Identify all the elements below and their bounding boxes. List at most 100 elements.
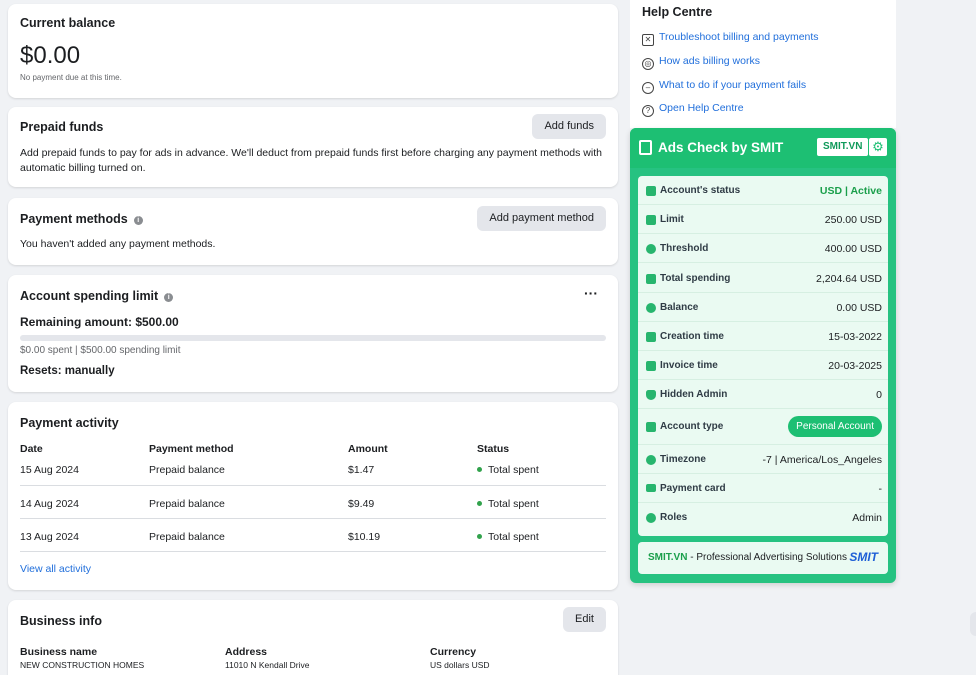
spending-limit-card: Account spending limit i ··· Remaining am… [8, 275, 618, 392]
balance-note: No payment due at this time. [20, 73, 122, 82]
roles-icon [646, 513, 656, 523]
row-amount: $1.47 [348, 464, 375, 476]
payment-methods-description: You haven't added any payment methods. [20, 238, 216, 250]
row-status: Total spent [477, 464, 539, 476]
smit-row-value: 0 [876, 389, 882, 401]
smit-row-value: 20-03-2025 [828, 360, 882, 372]
smit-header: Ads Check by SMIT SMIT.VN ⚙ [630, 128, 896, 168]
smit-row-label: Limit [660, 214, 684, 225]
card-icon [646, 484, 656, 492]
smit-row-balance: Balance 0.00 USD [638, 293, 888, 322]
smit-row-label: Balance [660, 302, 699, 313]
smit-row-creation-time: Creation time 15-03-2022 [638, 322, 888, 351]
table-row[interactable]: 14 Aug 2024 Prepaid balance $9.49 Total … [8, 498, 618, 518]
more-options-icon[interactable]: ··· [584, 285, 598, 301]
shield-icon [646, 390, 656, 400]
smit-row-value: Admin [852, 512, 882, 524]
help-link-troubleshoot[interactable]: ✕ Troubleshoot billing and payments [642, 31, 819, 46]
payment-methods-card: Payment methods i Add payment method You … [8, 198, 618, 265]
smit-row-status: Account's status USD | Active [638, 176, 888, 205]
smit-row-value: 2,204.64 USD [816, 273, 882, 285]
smit-row-total-spending: Total spending 2,204.64 USD [638, 264, 888, 293]
smit-row-label: Account type [660, 421, 724, 432]
smit-row-value: 0.00 USD [836, 302, 882, 314]
smit-footer-tagline: - Professional Advertising Solutions [687, 552, 847, 563]
spending-limit-title: Account spending limit i [20, 289, 174, 303]
resets-label: Resets: manually [20, 365, 115, 377]
smit-row-roles: Roles Admin [638, 503, 888, 532]
help-link-label: Open Help Centre [659, 102, 744, 114]
smit-row-label: Timezone [660, 454, 706, 465]
status-dot-icon [477, 534, 482, 539]
smit-ads-check-panel: Ads Check by SMIT SMIT.VN ⚙ Account's st… [630, 128, 896, 583]
help-link-billing[interactable]: ◎ How ads billing works [642, 55, 760, 70]
row-method: Prepaid balance [149, 498, 225, 510]
report-icon [639, 140, 652, 155]
smit-info-list: Account's status USD | Active Limit 250.… [638, 176, 888, 536]
currency-label: Currency [430, 646, 477, 658]
smit-row-label: Creation time [660, 331, 724, 342]
row-date: 15 Aug 2024 [20, 464, 79, 476]
chart-icon [646, 186, 656, 196]
minus-circle-icon: – [642, 82, 654, 94]
payment-methods-title: Payment methods i [20, 212, 143, 226]
smit-row-value: 400.00 USD [824, 243, 882, 255]
threshold-icon [646, 244, 656, 254]
help-link-open-help-centre[interactable]: ? Open Help Centre [642, 102, 744, 117]
payment-activity-card: Payment activity Date Payment method Amo… [8, 402, 618, 590]
payment-activity-title: Payment activity [20, 416, 119, 430]
help-link-payment-fails[interactable]: – What to do if your payment fails [642, 79, 806, 94]
table-row[interactable]: 15 Aug 2024 Prepaid balance $1.47 Total … [8, 464, 618, 484]
column-header-date: Date [20, 443, 43, 455]
smit-vn-badge[interactable]: SMIT.VN [817, 138, 869, 156]
smit-row-value: - [878, 483, 883, 495]
smit-row-value: USD | Active [819, 185, 882, 197]
help-centre-panel: Help Centre ✕ Troubleshoot billing and pa… [630, 0, 896, 128]
row-method: Prepaid balance [149, 464, 225, 476]
row-date: 13 Aug 2024 [20, 531, 79, 543]
prepaid-funds-title: Prepaid funds [20, 120, 104, 134]
row-status: Total spent [477, 498, 539, 510]
info-icon[interactable]: i [133, 216, 143, 225]
address-label: Address [225, 646, 268, 658]
row-amount: $10.19 [348, 531, 381, 543]
tools-icon: ✕ [642, 34, 654, 46]
status-dot-icon [477, 467, 482, 472]
current-balance-title: Current balance [20, 16, 116, 30]
row-method: Prepaid balance [149, 531, 225, 543]
view-all-activity-link[interactable]: View all activity [20, 563, 91, 575]
table-row[interactable]: 13 Aug 2024 Prepaid balance $10.19 Total… [8, 531, 618, 551]
address-value: 11010 N Kendall Drive [225, 660, 310, 670]
smit-footer-brand: SMIT.VN [648, 552, 688, 563]
current-balance-card: Current balance $0.00 No payment due at … [8, 4, 618, 98]
clock-icon [646, 455, 656, 465]
gear-icon[interactable]: ⚙ [869, 138, 887, 156]
smit-row-label: Payment card [660, 483, 726, 494]
smit-row-value: 15-03-2022 [828, 331, 882, 343]
smit-row-threshold: Threshold 400.00 USD [638, 234, 888, 263]
edit-button[interactable]: Edit [563, 607, 606, 632]
smit-row-timezone: Timezone -7 | America/Los_Angeles [638, 445, 888, 474]
add-funds-button[interactable]: Add funds [532, 114, 606, 139]
payment-methods-title-text: Payment methods [20, 212, 128, 226]
row-divider [20, 485, 606, 486]
dollar-icon [646, 303, 656, 313]
info-icon[interactable]: i [164, 293, 174, 302]
question-icon: ? [642, 105, 654, 117]
smit-title: Ads Check by SMIT [658, 140, 784, 155]
scrollbar-handle[interactable] [970, 612, 976, 636]
row-status-text: Total spent [488, 531, 539, 543]
smit-row-label: Account's status [660, 185, 741, 196]
calendar-icon [646, 332, 656, 342]
row-divider [20, 551, 606, 552]
row-status: Total spent [477, 531, 539, 543]
spending-summary: $0.00 spent | $500.00 spending limit [20, 345, 181, 356]
smit-logo: SMIT [849, 550, 878, 564]
smit-row-label: Threshold [660, 243, 709, 254]
globe-icon: ◎ [642, 58, 654, 70]
smit-row-limit: Limit 250.00 USD [638, 205, 888, 234]
row-date: 14 Aug 2024 [20, 498, 79, 510]
smit-row-label: Roles [660, 512, 688, 523]
smit-footer[interactable]: SMIT.VN - Professional Advertising Solut… [638, 542, 888, 574]
add-payment-method-button[interactable]: Add payment method [477, 206, 606, 231]
